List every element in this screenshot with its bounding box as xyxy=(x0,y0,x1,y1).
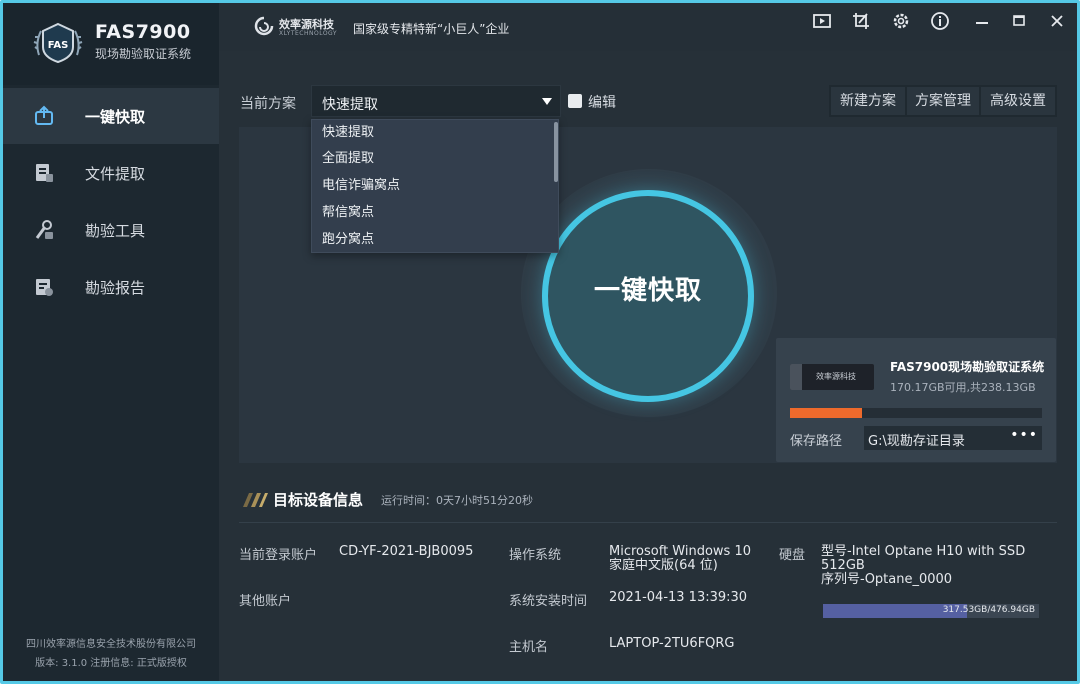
storage-card: 效率源科技 FAS7900现场勘验取证系统 170.17GB可用,共238.13… xyxy=(776,338,1056,462)
other-accounts-label: 其他账户 xyxy=(239,594,292,609)
file-extract-icon xyxy=(36,164,53,182)
crop-icon[interactable] xyxy=(851,11,871,31)
brand-title: FAS7900 xyxy=(95,21,191,43)
os-label: 操作系统 xyxy=(509,548,562,563)
hostname-label: 主机名 xyxy=(509,640,549,655)
nav-item-inspection-report[interactable]: 勘验报告 xyxy=(3,259,219,315)
save-path-field[interactable]: G:\现勘存证目录 ••• xyxy=(864,426,1042,450)
logo-text: FAS xyxy=(48,40,69,51)
chevron-down-icon xyxy=(542,98,552,105)
usb-drive-icon: 效率源科技 xyxy=(790,364,874,390)
close-icon[interactable] xyxy=(1047,11,1067,31)
edit-icon xyxy=(568,94,582,108)
scheme-button-group: 新建方案 方案管理 高级设置 xyxy=(829,85,1057,117)
storage-title: FAS7900现场勘验取证系统 xyxy=(890,360,1045,374)
save-path-label: 保存路径 xyxy=(790,434,843,449)
fas-logo-icon: FAS xyxy=(33,22,83,64)
app-window: FAS FAS7900 现场勘验取证系统 一键快取 文件提取 勘验工具 勘验报告… xyxy=(0,0,1080,684)
drive-cap xyxy=(790,364,802,390)
title-bar: 效率源科技 XLYTECHNOLOGY 国家级专精特新“小巨人”企业 xyxy=(219,3,1077,51)
company-name: 四川效率源信息安全技术股份有限公司 xyxy=(26,639,196,650)
disk-label: 硬盘 xyxy=(779,548,806,563)
device-info-title: 目标设备信息 xyxy=(273,491,364,509)
quick-extract-icon xyxy=(35,105,53,125)
more-options-icon[interactable]: ••• xyxy=(1010,427,1038,443)
dropdown-option[interactable]: 跑分窝点 xyxy=(312,227,556,253)
new-scheme-button[interactable]: 新建方案 xyxy=(831,87,905,115)
nav-label: 一键快取 xyxy=(85,108,146,126)
dropdown-option[interactable]: 全面提取 xyxy=(312,146,556,172)
company-english-name: XLYTECHNOLOGY xyxy=(279,30,338,37)
nav-label: 勘验报告 xyxy=(85,279,146,297)
current-account-label: 当前登录账户 xyxy=(239,548,318,563)
storage-space: 170.17GB可用,共238.13GB xyxy=(890,381,1036,394)
info-icon[interactable] xyxy=(930,11,950,31)
dropdown-option[interactable]: 电信诈骗窝点 xyxy=(312,173,556,199)
inspection-report-icon xyxy=(36,279,53,296)
install-time-value: 2021-04-13 13:39:30 xyxy=(609,590,748,605)
nav-label: 文件提取 xyxy=(85,165,146,183)
dropdown-option[interactable]: 快速提取 xyxy=(312,120,556,146)
quick-extract-label: 一键快取 xyxy=(593,276,702,306)
nav-item-file-extract[interactable]: 文件提取 xyxy=(3,145,219,201)
storage-progress-bar xyxy=(790,408,1042,418)
manage-scheme-button[interactable]: 方案管理 xyxy=(907,87,979,115)
nav-item-inspection-tools[interactable]: 勘验工具 xyxy=(3,202,219,258)
scheme-selected-value: 快速提取 xyxy=(322,97,378,113)
company-slogan: 国家级专精特新“小巨人”企业 xyxy=(353,22,510,36)
current-account-value: CD-YF-2021-BJB0095 xyxy=(339,544,474,559)
os-value-line2: 家庭中文版(64 位) xyxy=(609,558,718,573)
sidebar: FAS FAS7900 现场勘验取证系统 一键快取 文件提取 勘验工具 勘验报告… xyxy=(3,3,219,681)
video-icon[interactable] xyxy=(812,11,832,31)
maximize-icon[interactable] xyxy=(1009,11,1029,31)
brand-header: FAS FAS7900 现场勘验取证系统 xyxy=(3,3,219,85)
disk-serial: 序列号-Optane_0000 xyxy=(821,572,953,587)
runtime: 运行时间：0天7小时51分20秒 xyxy=(381,494,533,507)
disk-usage-text: 317.53GB/476.94GB xyxy=(942,605,1035,615)
save-path-value: G:\现勘存证目录 xyxy=(868,434,965,449)
advanced-settings-button[interactable]: 高级设置 xyxy=(981,87,1055,115)
disk-usage-bar: 317.53GB/476.94GB xyxy=(823,604,1039,618)
nav-label: 勘验工具 xyxy=(85,222,146,240)
disk-model-line1: 型号-Intel Optane H10 with SSD xyxy=(821,544,1026,559)
os-value-line1: Microsoft Windows 10 xyxy=(609,544,751,559)
inspection-tools-icon xyxy=(35,220,53,239)
disk-model-line2: 512GB xyxy=(821,558,865,573)
scheme-select[interactable]: 快速提取 xyxy=(311,85,561,117)
section-marker-icon xyxy=(243,493,268,507)
nav-item-quick-extract[interactable]: 一键快取 xyxy=(3,88,219,144)
install-time-label: 系统安装时间 xyxy=(509,594,588,609)
hostname-value: LAPTOP-2TU6FQRG xyxy=(609,636,735,651)
dropdown-option[interactable]: 帮信窝点 xyxy=(312,200,556,226)
drive-label: 效率源科技 xyxy=(816,372,856,381)
minimize-icon[interactable] xyxy=(972,11,992,31)
scheme-label: 当前方案 xyxy=(240,96,296,112)
dropdown-scrollbar[interactable] xyxy=(554,122,558,182)
version-info: 版本: 3.1.0 注册信息: 正式版授权 xyxy=(35,658,187,669)
settings-icon[interactable] xyxy=(891,11,911,31)
divider xyxy=(239,522,1057,523)
company-logo-icon xyxy=(254,16,274,36)
brand-subtitle: 现场勘验取证系统 xyxy=(95,47,192,61)
storage-progress-fill xyxy=(790,408,862,418)
edit-label: 编辑 xyxy=(588,95,616,111)
scheme-dropdown-list: 快速提取 全面提取 电信诈骗窝点 帮信窝点 跑分窝点 xyxy=(311,119,559,253)
quick-extract-button[interactable]: 一键快取 xyxy=(542,190,754,402)
